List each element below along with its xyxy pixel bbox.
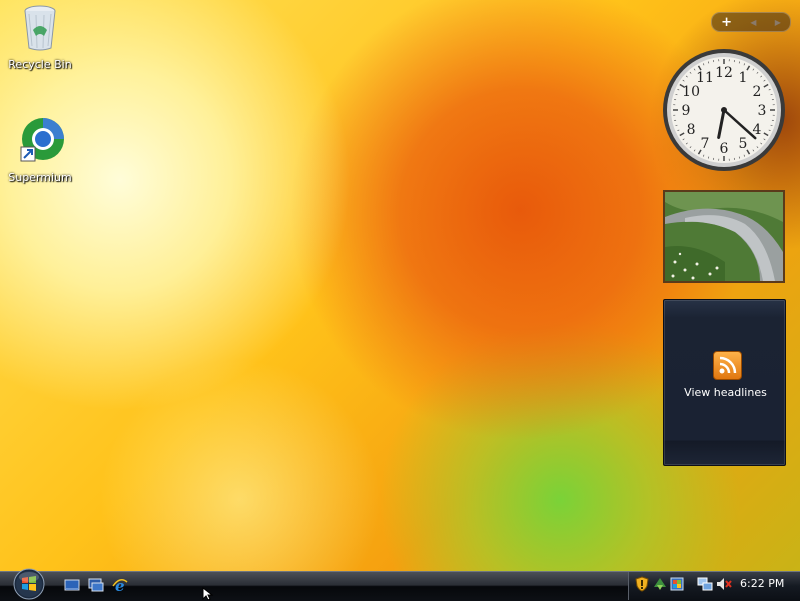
recycle-bin-label: Recycle Bin (0, 58, 80, 71)
supermium-icon (15, 117, 65, 165)
supermium-label: Supermium (0, 171, 80, 184)
previous-page-button[interactable]: ◀ (750, 18, 756, 27)
clock-numeral: 1 (739, 70, 748, 86)
volume-muted-icon[interactable] (716, 576, 732, 592)
add-gadget-button[interactable]: + (721, 15, 732, 30)
feed-headlines-gadget[interactable]: View headlines (663, 299, 786, 466)
recycle-bin-shortcut[interactable]: Recycle Bin (0, 2, 80, 71)
start-orb-icon[interactable] (9, 567, 49, 600)
next-page-button[interactable]: ▶ (775, 18, 781, 27)
clock-numeral: 9 (682, 103, 691, 119)
desktop-background: Recycle Bin Supermium + ◀ ▶ 121234567891… (0, 0, 800, 571)
clock-gadget[interactable]: 121234567891011 (662, 48, 786, 172)
clock-numeral: 11 (696, 70, 714, 86)
security-shield-icon[interactable] (634, 576, 650, 592)
clock-numeral: 6 (720, 141, 729, 157)
clock-numeral: 7 (701, 136, 710, 152)
slideshow-photo (665, 192, 783, 281)
mouse-cursor-icon (202, 587, 214, 600)
view-headlines-link[interactable]: View headlines (664, 386, 787, 399)
windows-update-icon[interactable] (652, 576, 668, 592)
clock-numeral: 12 (715, 65, 733, 81)
rss-icon (713, 351, 742, 380)
recycle-bin-icon (20, 2, 60, 52)
clock-numeral: 2 (752, 84, 761, 100)
network-icon[interactable] (697, 576, 713, 592)
clock-numeral: 5 (739, 136, 748, 152)
slideshow-gadget[interactable] (663, 190, 785, 283)
clock-pivot (721, 107, 727, 113)
clock-numeral: 10 (682, 84, 700, 100)
show-desktop-icon[interactable] (64, 577, 80, 593)
sidebar-controls: + ◀ ▶ (711, 12, 791, 32)
clock-numeral: 8 (687, 122, 696, 138)
defender-icon[interactable] (669, 576, 685, 592)
clock-numeral: 3 (758, 103, 767, 119)
taskbar-clock[interactable]: 6:22 PM (740, 577, 784, 590)
internet-explorer-icon[interactable]: e (112, 577, 128, 593)
supermium-shortcut[interactable]: Supermium (0, 117, 80, 184)
switch-windows-icon[interactable] (88, 577, 104, 593)
